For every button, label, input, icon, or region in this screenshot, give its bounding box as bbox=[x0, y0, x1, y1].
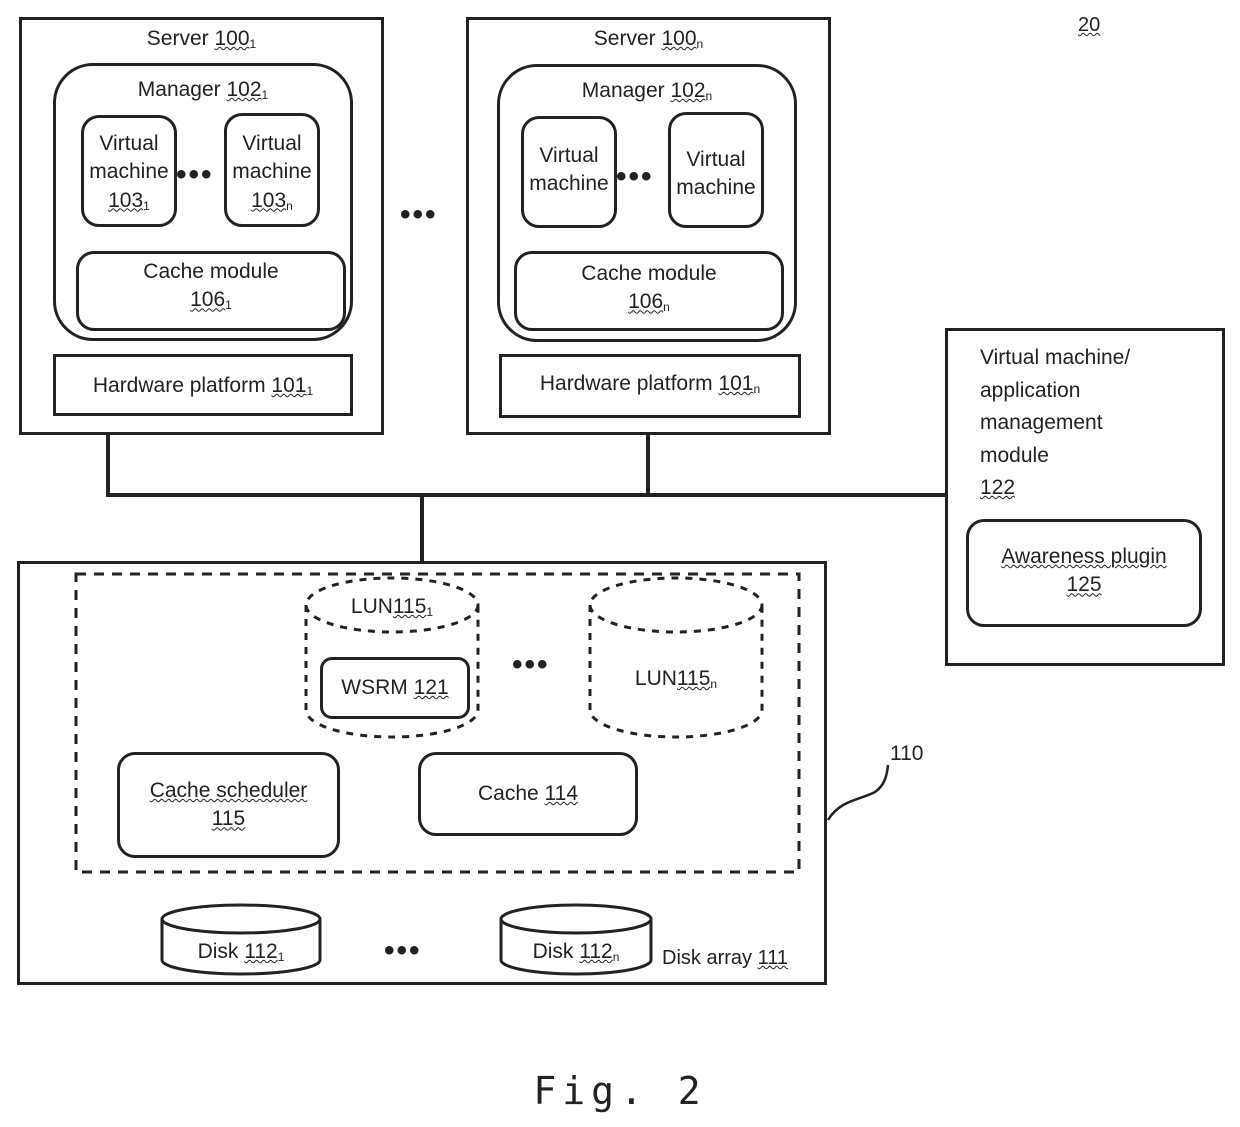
lun-ellipsis: ••• bbox=[512, 648, 550, 681]
callout-110-label: 110 bbox=[890, 742, 924, 765]
lun-n-cylinder bbox=[588, 576, 764, 739]
disk-array-label: Disk array 111 bbox=[662, 947, 788, 969]
lun-1-label: LUN1151 bbox=[350, 595, 434, 619]
lun-n-label: LUN115n bbox=[634, 667, 718, 691]
disk-n-label: Disk 112n bbox=[532, 940, 620, 964]
figure-caption: Fig. 2 bbox=[533, 1069, 707, 1113]
cache-label: Cache 114 bbox=[477, 782, 579, 805]
cache-scheduler-label: Cache scheduler 115 bbox=[149, 779, 308, 831]
disk-ellipsis: ••• bbox=[384, 934, 422, 967]
callout-110-leader bbox=[826, 764, 890, 821]
disk-1-label: Disk 1121 bbox=[197, 940, 285, 964]
wsrm-label: WSRM 121 bbox=[341, 676, 449, 699]
